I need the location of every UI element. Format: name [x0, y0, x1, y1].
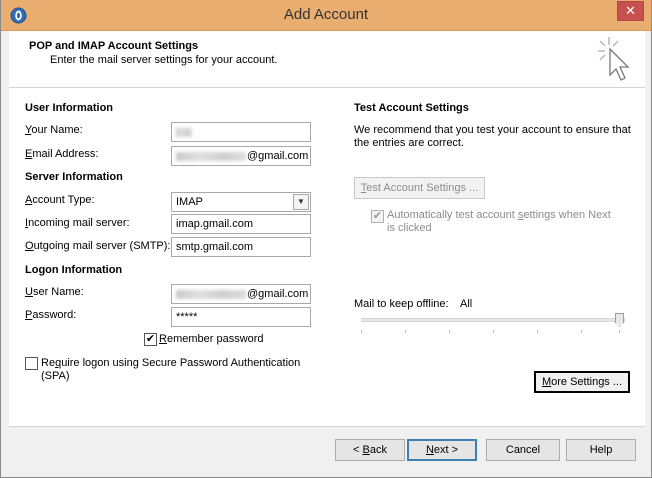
your-name-input[interactable]	[171, 122, 311, 142]
redacted-name	[176, 127, 192, 137]
redacted-username	[176, 289, 246, 299]
window-title: Add Account	[283, 6, 369, 23]
account-type-label: Account Type:	[25, 194, 95, 206]
header-band: POP and IMAP Account Settings Enter the …	[9, 31, 645, 88]
user-name-input[interactable]: @gmail.com	[171, 284, 311, 304]
page-title: POP and IMAP Account Settings	[29, 40, 199, 52]
email-address-label: Email Address:	[25, 148, 99, 160]
spa-label[interactable]: Require logon using Secure Password Auth…	[41, 357, 300, 369]
test-settings-description: We recommend that you test your account …	[354, 124, 631, 149]
outgoing-server-input[interactable]: smtp.gmail.com	[171, 237, 311, 257]
page-subtitle: Enter the mail server settings for your …	[50, 54, 278, 66]
slider-tick	[537, 330, 538, 333]
test-settings-heading: Test Account Settings	[354, 102, 469, 114]
password-input[interactable]: *****	[171, 307, 311, 327]
remember-password-checkbox[interactable]: ✔	[144, 333, 157, 346]
slider-tick	[405, 330, 406, 333]
auto-test-label[interactable]: Automatically test account settings when…	[387, 209, 611, 221]
account-type-select[interactable]: IMAP ▼	[171, 192, 311, 212]
chevron-down-icon[interactable]: ▼	[293, 194, 309, 210]
slider-tick	[493, 330, 494, 333]
incoming-server-input[interactable]: imap.gmail.com	[171, 214, 311, 234]
outgoing-server-label: Outgoing mail server (SMTP):	[25, 240, 171, 252]
spa-label-line2[interactable]: (SPA)	[41, 370, 70, 382]
next-button[interactable]: Next >	[407, 439, 477, 461]
cancel-button[interactable]: Cancel	[486, 439, 560, 461]
test-account-settings-button[interactable]: Test Account Settings ...	[354, 177, 485, 199]
close-icon: ✕	[625, 3, 636, 18]
server-info-heading: Server Information	[25, 171, 123, 183]
user-info-heading: User Information	[25, 102, 114, 114]
offline-slider-track[interactable]	[361, 318, 625, 322]
remember-password-label[interactable]: Remember password	[159, 333, 264, 345]
email-address-input[interactable]: @gmail.com	[171, 146, 311, 166]
mail-offline-label: Mail to keep offline:	[354, 298, 449, 310]
slider-tick	[361, 330, 362, 333]
user-name-label: User Name:	[25, 286, 84, 298]
spa-checkbox[interactable]	[25, 357, 38, 370]
title-bar[interactable]: Add Account ✕	[1, 0, 651, 31]
more-settings-button[interactable]: More Settings ...	[534, 371, 630, 393]
auto-test-checkbox[interactable]: ✔	[371, 210, 384, 223]
close-button[interactable]: ✕	[617, 1, 644, 21]
mail-offline-value: All	[460, 298, 473, 310]
back-button[interactable]: < Back	[335, 439, 405, 461]
password-label: Password:	[25, 309, 77, 321]
footer-divider	[9, 426, 645, 427]
redacted-email-user	[176, 151, 246, 161]
add-account-window: Add Account ✕ POP and IMAP Account Setti…	[0, 0, 652, 478]
auto-test-label-line2[interactable]: is clicked	[387, 222, 432, 234]
slider-tick	[581, 330, 582, 333]
slider-tick	[619, 330, 620, 333]
logon-info-heading: Logon Information	[25, 264, 123, 276]
cursor-sparkle-icon	[598, 37, 630, 81]
incoming-server-label: Incoming mail server:	[25, 217, 130, 229]
your-name-label: Your Name:	[25, 124, 83, 136]
help-button[interactable]: Help	[566, 439, 636, 461]
slider-tick	[449, 330, 450, 333]
